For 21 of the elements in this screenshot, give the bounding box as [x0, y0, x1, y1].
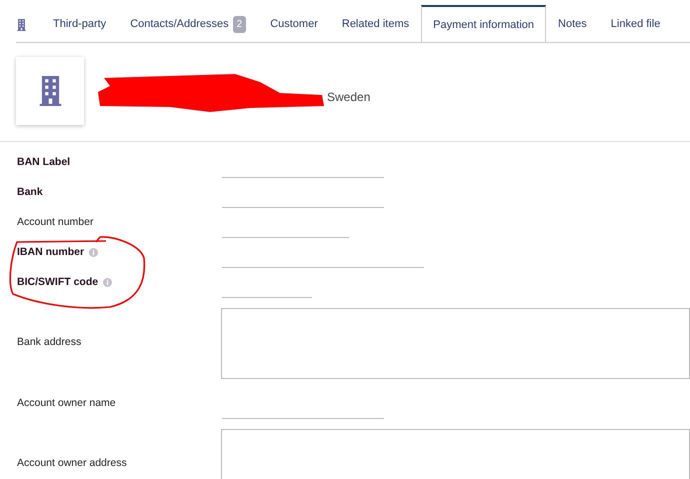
- field-label: Bank address: [17, 336, 82, 348]
- tab[interactable]: Third-party: [41, 5, 118, 42]
- tab[interactable]: Notes: [546, 5, 599, 42]
- text-area[interactable]: [221, 308, 690, 378]
- tab[interactable]: Payment information: [421, 5, 546, 42]
- field-label: Account owner address: [17, 457, 127, 470]
- count-badge: 2: [232, 16, 246, 33]
- company-logo: [16, 57, 84, 125]
- text-area[interactable]: [221, 428, 690, 479]
- tab[interactable]: Contacts/Addresses 2: [118, 5, 258, 42]
- field-label: Account number: [17, 216, 94, 228]
- tab[interactable]: Related items: [330, 5, 422, 42]
- building-icon: [17, 18, 26, 30]
- tab[interactable]: Customer: [258, 5, 330, 42]
- field-label: IBAN number: [17, 246, 84, 258]
- field-label: BAN Label: [17, 156, 70, 168]
- field-label: Account owner name: [17, 397, 116, 410]
- field-label: Bank: [17, 186, 43, 198]
- tab[interactable]: Linked file: [598, 5, 662, 42]
- field-label: BIC/SWIFT code: [17, 276, 98, 288]
- country-text: Sweden: [327, 89, 370, 106]
